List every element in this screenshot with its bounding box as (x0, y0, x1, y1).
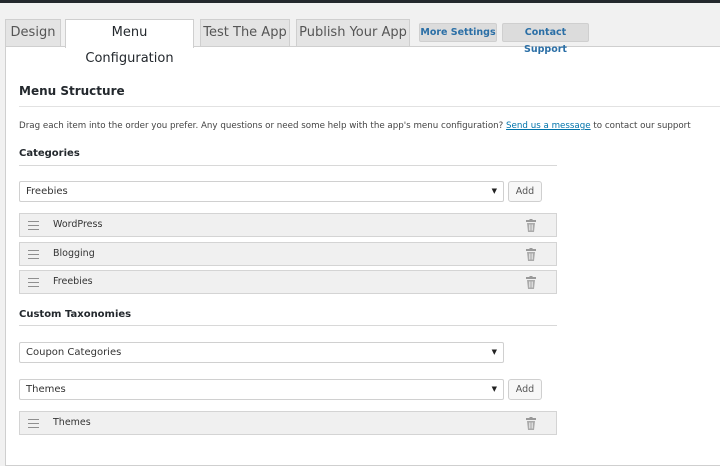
contact-support-button[interactable]: Contact Support (502, 23, 589, 55)
menu-structure-description: Drag each item into the order you prefer… (19, 121, 691, 131)
custom-taxonomies-divider (19, 325, 557, 326)
custom-taxonomies-heading: Custom Taxonomies (19, 309, 132, 320)
menu-structure-heading: Menu Structure (19, 84, 125, 98)
more-settings-button[interactable]: More Settings (419, 23, 497, 42)
menu-item-label: Freebies (53, 276, 93, 287)
trash-icon[interactable] (526, 417, 536, 430)
categories-divider (19, 165, 557, 166)
drag-handle-icon[interactable] (28, 419, 39, 428)
drag-handle-icon[interactable] (28, 250, 39, 259)
menu-item-label: WordPress (53, 219, 103, 230)
tab-design[interactable]: Design (5, 19, 61, 46)
menu-item-row[interactable]: Freebies (19, 270, 557, 294)
add-taxonomy-button[interactable]: Add (508, 379, 542, 400)
category-select[interactable]: Freebies ▼ (19, 181, 504, 202)
tab-test-the-app[interactable]: Test The App (200, 19, 290, 46)
dropdown-arrow-icon: ▼ (491, 385, 497, 393)
dropdown-arrow-icon: ▼ (491, 348, 497, 356)
menu-item-label: Themes (53, 417, 91, 428)
menu-item-row[interactable]: Blogging (19, 242, 557, 266)
tab-publish-your-app[interactable]: Publish Your App (296, 19, 410, 46)
categories-heading: Categories (19, 148, 80, 159)
send-message-link[interactable]: Send us a message (506, 121, 591, 131)
taxonomy-term-select[interactable]: Themes ▼ (19, 379, 504, 400)
drag-handle-icon[interactable] (28, 278, 39, 287)
divider (19, 106, 720, 107)
add-category-button[interactable]: Add (508, 181, 542, 202)
drag-handle-icon[interactable] (28, 221, 39, 230)
dropdown-arrow-icon: ▼ (491, 187, 497, 195)
tab-menu-configuration[interactable]: Menu Configuration (65, 19, 194, 66)
menu-item-row[interactable]: WordPress (19, 213, 557, 237)
menu-item-row[interactable]: Themes (19, 411, 557, 435)
trash-icon[interactable] (526, 276, 536, 289)
trash-icon[interactable] (526, 219, 536, 232)
taxonomy-select[interactable]: Coupon Categories ▼ (19, 342, 504, 363)
menu-item-label: Blogging (53, 248, 95, 259)
trash-icon[interactable] (526, 248, 536, 261)
admin-top-bar (0, 0, 720, 3)
